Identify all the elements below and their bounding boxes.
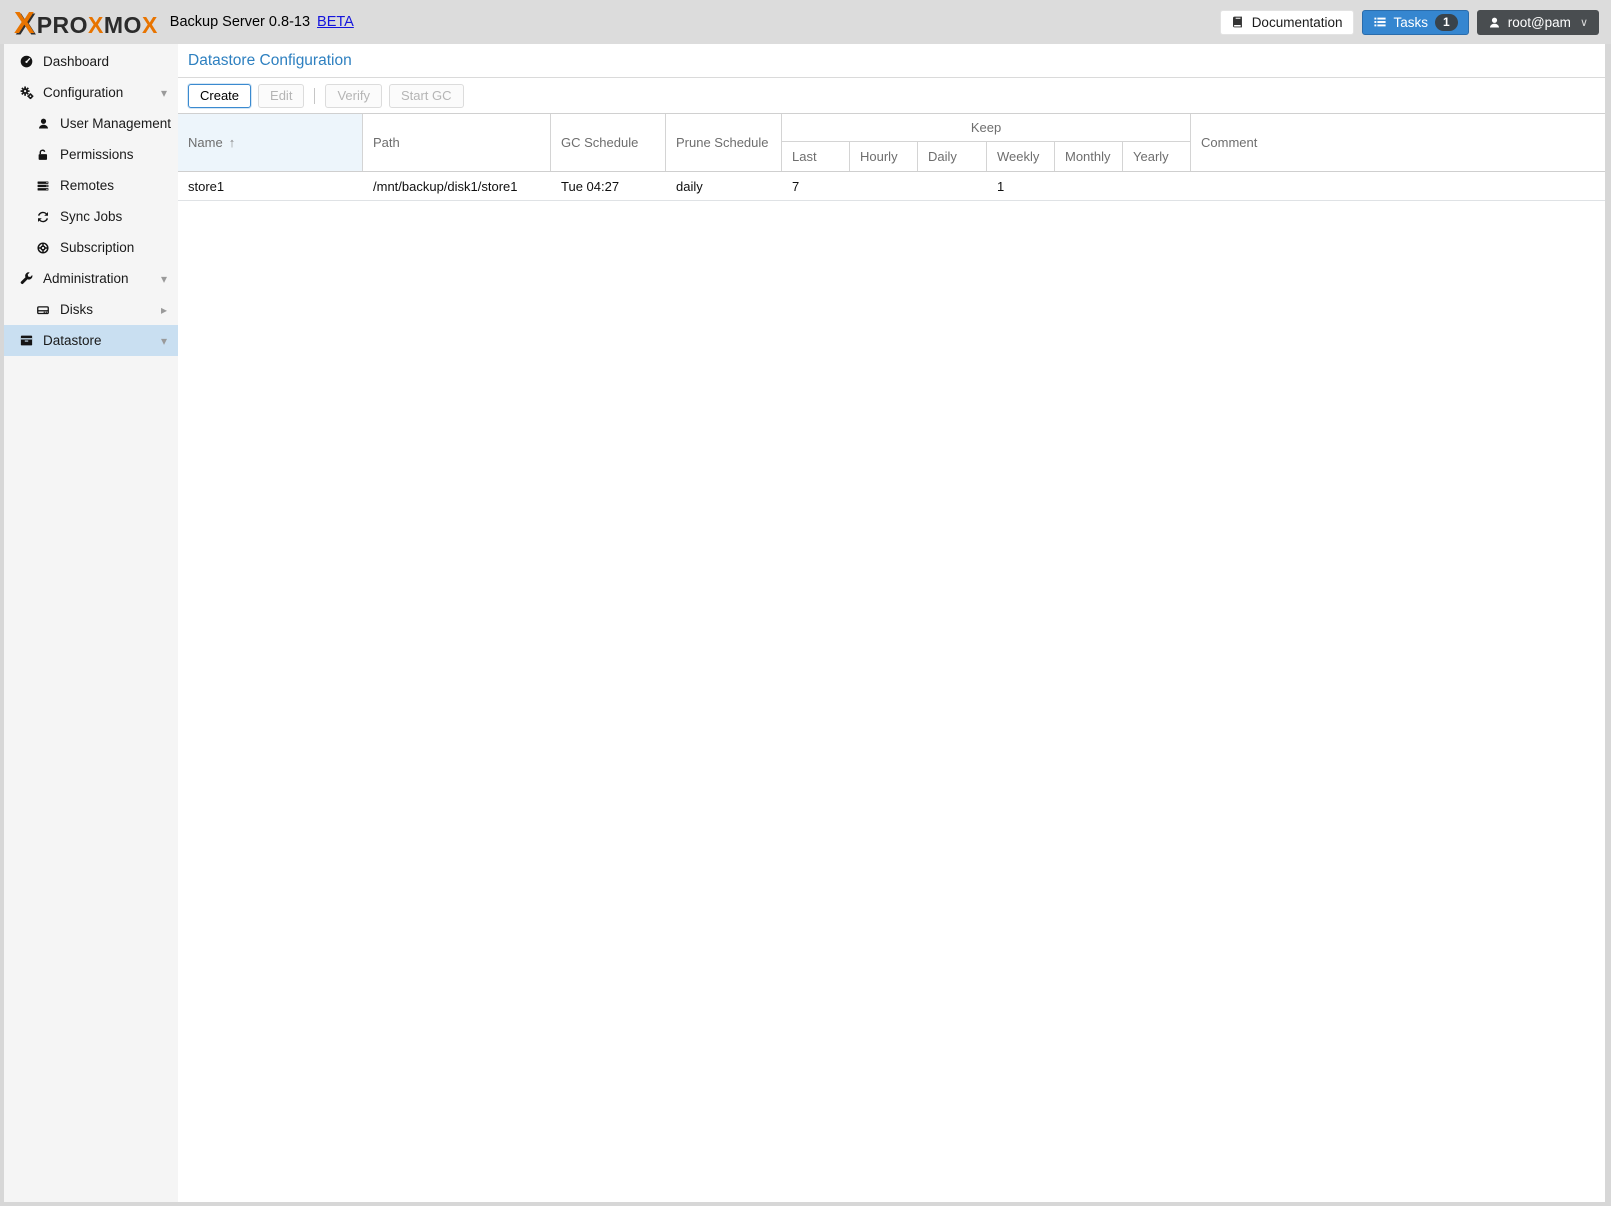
chevron-down-icon[interactable]: ▾ xyxy=(161,87,167,99)
proxmox-logo-x-icon: X xyxy=(14,7,35,38)
table-header: Name ↑ Path GC Schedule Prune Schedule K… xyxy=(178,113,1605,172)
sidebar-item-configuration[interactable]: Configuration ▾ xyxy=(4,77,178,108)
toolbar: Create Edit Verify Start GC xyxy=(178,78,1605,113)
cell-keep-weekly: 1 xyxy=(987,172,1055,200)
dashboard-gauge-icon xyxy=(18,54,34,69)
column-header-path[interactable]: Path xyxy=(363,114,551,171)
sidebar-item-label: Datastore xyxy=(43,333,102,348)
start-gc-button[interactable]: Start GC xyxy=(389,84,464,108)
sidebar-item-subscription[interactable]: Subscription xyxy=(4,232,178,263)
cell-keep-last: 7 xyxy=(782,172,850,200)
column-header-keep-hourly[interactable]: Hourly xyxy=(850,142,918,171)
sidebar-item-disks[interactable]: Disks ▸ xyxy=(4,294,178,325)
create-button[interactable]: Create xyxy=(188,84,251,108)
documentation-button[interactable]: Documentation xyxy=(1220,10,1354,35)
proxmox-logo-wordmark: PROXMOX xyxy=(37,14,158,37)
sync-refresh-icon xyxy=(35,210,51,224)
sidebar-item-remotes[interactable]: Remotes xyxy=(4,170,178,201)
sort-ascending-icon: ↑ xyxy=(229,135,236,150)
cell-keep-yearly xyxy=(1123,172,1191,200)
cell-keep-monthly xyxy=(1055,172,1123,200)
sidebar-item-label: Dashboard xyxy=(43,54,109,69)
beta-link[interactable]: BETA xyxy=(317,14,354,30)
column-header-prune-schedule[interactable]: Prune Schedule xyxy=(666,114,782,171)
product-name: Backup Server 0.8-13 xyxy=(170,14,310,30)
proxmox-logo: X PROXMOX xyxy=(14,7,158,38)
column-header-gc-schedule[interactable]: GC Schedule xyxy=(551,114,666,171)
sidebar-item-user-management[interactable]: User Management xyxy=(4,108,178,139)
hard-disk-icon xyxy=(35,303,51,317)
sidebar-item-label: Remotes xyxy=(60,178,114,193)
sidebar-item-datastore[interactable]: Datastore ▾ xyxy=(4,325,178,356)
cell-keep-daily xyxy=(918,172,987,200)
book-icon xyxy=(1231,15,1245,29)
cell-gc-schedule: Tue 04:27 xyxy=(551,172,666,200)
sidebar-item-dashboard[interactable]: Dashboard xyxy=(4,46,178,77)
tasks-button[interactable]: Tasks 1 xyxy=(1362,10,1469,35)
tasks-count-badge: 1 xyxy=(1435,14,1458,31)
cell-prune-schedule: daily xyxy=(666,172,782,200)
edit-button[interactable]: Edit xyxy=(258,84,304,108)
sidebar-item-administration[interactable]: Administration ▾ xyxy=(4,263,178,294)
table-row[interactable]: store1 /mnt/backup/disk1/store1 Tue 04:2… xyxy=(178,172,1605,201)
sidebar-item-label: Disks xyxy=(60,302,93,317)
column-header-keep-weekly[interactable]: Weekly xyxy=(987,142,1055,171)
cell-keep-hourly xyxy=(850,172,918,200)
column-header-keep-daily[interactable]: Daily xyxy=(918,142,987,171)
user-menu-button[interactable]: root@pam ∨ xyxy=(1477,10,1599,35)
sidebar-item-label: Administration xyxy=(43,271,129,286)
gears-icon xyxy=(18,85,34,100)
sidebar-item-label: Configuration xyxy=(43,85,123,100)
column-header-comment[interactable]: Comment xyxy=(1191,114,1605,171)
toolbar-separator xyxy=(314,88,315,104)
user-icon xyxy=(35,117,51,130)
column-header-name[interactable]: Name ↑ xyxy=(178,114,363,171)
sidebar-item-label: Subscription xyxy=(60,240,134,255)
sidebar-item-sync-jobs[interactable]: Sync Jobs xyxy=(4,201,178,232)
chevron-right-icon[interactable]: ▸ xyxy=(161,304,167,316)
top-header-bar: X PROXMOX Backup Server 0.8-13 BETA Docu… xyxy=(0,0,1611,44)
verify-button[interactable]: Verify xyxy=(325,84,382,108)
task-list-icon xyxy=(1373,15,1387,29)
main-content: Datastore Configuration Create Edit Veri… xyxy=(178,44,1605,1202)
cell-path: /mnt/backup/disk1/store1 xyxy=(363,172,551,200)
sidebar-nav: Dashboard Configuration ▾ User Managemen… xyxy=(4,44,178,1202)
topbar-actions: Documentation Tasks 1 root@pam ∨ xyxy=(1220,10,1599,35)
server-list-icon xyxy=(35,179,51,193)
chevron-down-icon[interactable]: ▾ xyxy=(161,335,167,347)
cell-comment xyxy=(1191,172,1605,200)
column-header-keep-monthly[interactable]: Monthly xyxy=(1055,142,1123,171)
column-header-keep-last[interactable]: Last xyxy=(782,142,850,171)
sidebar-item-permissions[interactable]: Permissions xyxy=(4,139,178,170)
chevron-down-icon: ∨ xyxy=(1580,16,1588,29)
column-group-keep: Keep xyxy=(782,114,1191,142)
column-header-keep-yearly[interactable]: Yearly xyxy=(1123,142,1191,171)
sidebar-item-label: Sync Jobs xyxy=(60,209,122,224)
page-title: Datastore Configuration xyxy=(178,44,1605,78)
support-lifering-icon xyxy=(35,241,51,255)
cell-name: store1 xyxy=(178,172,363,200)
unlock-icon xyxy=(35,148,51,162)
chevron-down-icon[interactable]: ▾ xyxy=(161,273,167,285)
sidebar-item-label: Permissions xyxy=(60,147,134,162)
sidebar-item-label: User Management xyxy=(60,116,171,131)
wrench-icon xyxy=(18,271,34,286)
datastore-box-icon xyxy=(18,333,34,348)
user-icon xyxy=(1488,16,1501,29)
